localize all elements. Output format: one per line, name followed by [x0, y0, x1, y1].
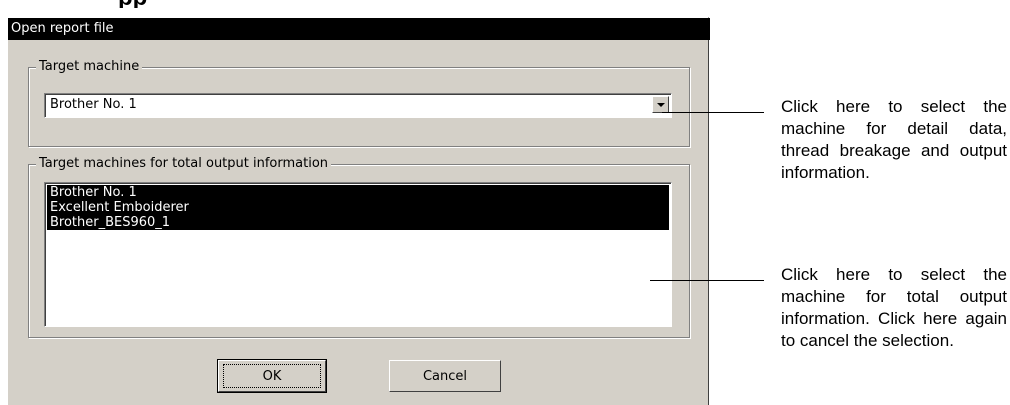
callout-leader-line: [650, 280, 764, 281]
ok-button-label: OK: [262, 368, 282, 384]
dropdown-button[interactable]: [652, 96, 669, 113]
dialog-title-bar[interactable]: Open report file: [8, 18, 710, 40]
target-machine-select[interactable]: Brother No. 1: [44, 93, 672, 118]
total-output-group: Target machines for total output informa…: [28, 156, 690, 338]
target-machine-group: Target machine Brother No. 1: [28, 59, 690, 147]
dialog-title: Open report file: [11, 21, 114, 36]
heading-fragment: pp: [118, 0, 188, 8]
list-item[interactable]: Brother_BES960_1: [47, 215, 669, 230]
open-report-dialog: Open report file Target machine Brother …: [7, 17, 710, 405]
total-output-listbox[interactable]: Brother No. 1 Excellent Emboiderer Broth…: [44, 182, 672, 327]
total-output-legend: Target machines for total output informa…: [36, 156, 332, 172]
callout-leader-line: [662, 112, 764, 113]
list-item[interactable]: Excellent Emboiderer: [47, 200, 669, 215]
chevron-down-icon: [657, 103, 665, 107]
callout-text: Click here to select the machine for tot…: [781, 265, 1007, 350]
ok-button[interactable]: OK: [217, 359, 327, 393]
cancel-button-label: Cancel: [422, 368, 468, 384]
heading-fragment-text: pp: [118, 0, 147, 8]
target-machine-value: Brother No. 1: [50, 97, 137, 112]
callout-text: Click here to select the machine for det…: [781, 97, 1007, 182]
cancel-button[interactable]: Cancel: [389, 360, 501, 392]
list-item[interactable]: Brother No. 1: [47, 185, 669, 200]
target-machine-legend: Target machine: [36, 59, 143, 75]
